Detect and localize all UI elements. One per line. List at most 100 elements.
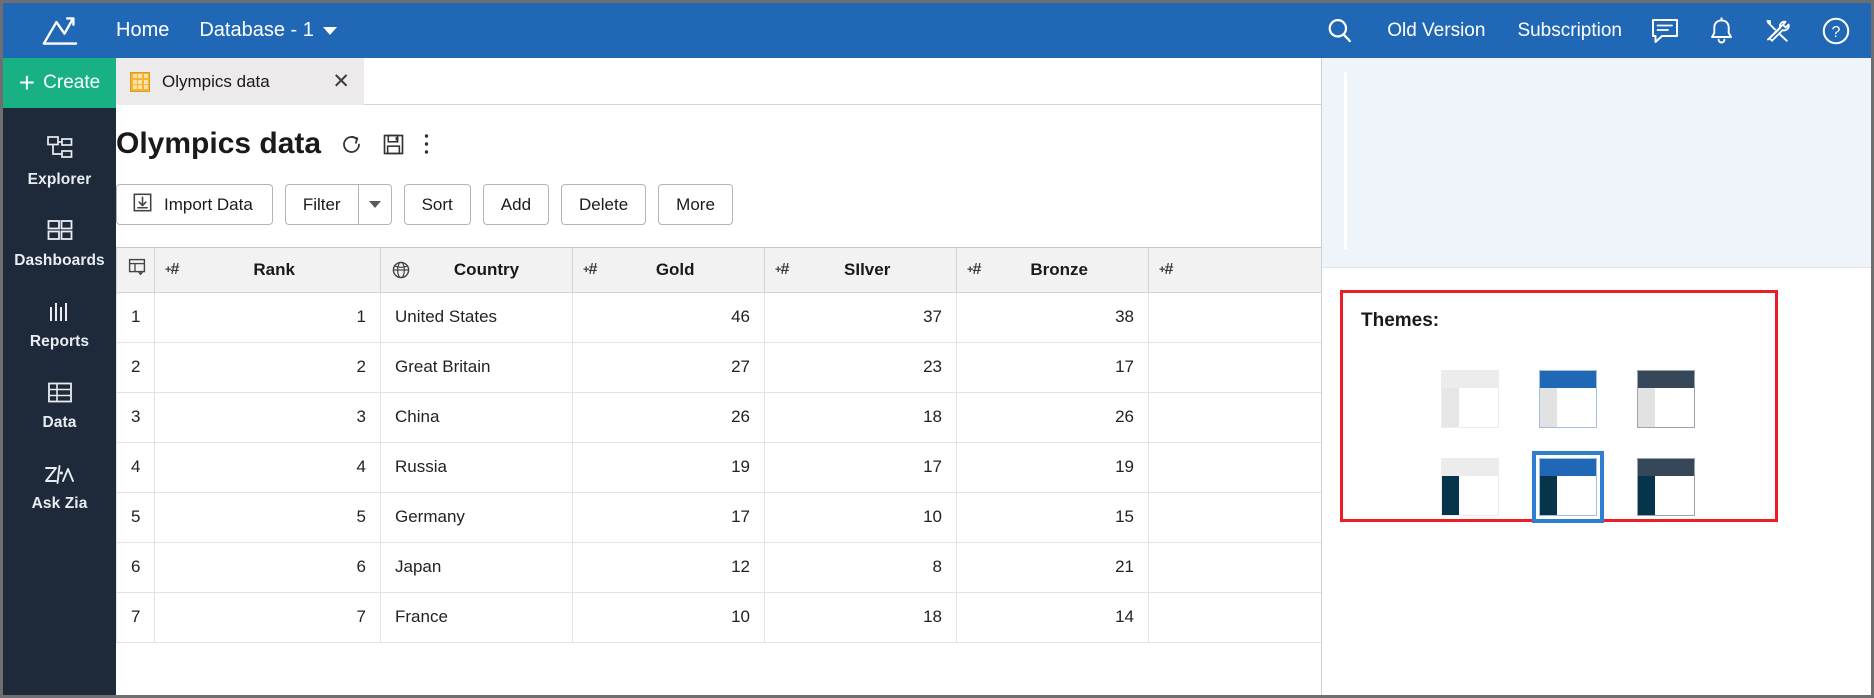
add-button[interactable]: Add	[482, 184, 550, 225]
cell-partial[interactable]	[1148, 541, 1321, 593]
nav-subscription[interactable]: Subscription	[1517, 20, 1622, 42]
cell-partial[interactable]	[1148, 441, 1321, 493]
cell-gold[interactable]: 19	[572, 441, 765, 493]
tab-olympics-data[interactable]: Olympics data ✕	[116, 58, 364, 105]
cell-gold[interactable]: 10	[572, 591, 765, 643]
cell-bronze[interactable]: 26	[956, 391, 1149, 443]
import-data-button[interactable]: Import Data	[116, 184, 273, 225]
cell-rank[interactable]: 4	[154, 441, 381, 493]
table-row[interactable]: 5 5 Germany 17 10 15	[116, 491, 1321, 543]
nav-database-selector[interactable]: Database - 1	[199, 19, 337, 42]
column-header-rank[interactable]: + # Rank	[154, 248, 381, 293]
cell-country[interactable]: Japan	[380, 541, 573, 593]
table-row[interactable]: 1 1 United States 46 37 38	[116, 291, 1321, 343]
cell-silver[interactable]: 18	[764, 591, 957, 643]
theme-sidebar-bar	[1442, 388, 1459, 427]
tab-label: Olympics data	[162, 71, 270, 91]
cell-country[interactable]: Germany	[380, 491, 573, 543]
theme-option-blue-light[interactable]	[1538, 369, 1598, 429]
chat-icon[interactable]	[1650, 17, 1680, 45]
dashboards-icon	[45, 213, 75, 245]
sidebar-item-ask-zia[interactable]: Ask Zia	[3, 456, 116, 513]
cell-country[interactable]: Russia	[380, 441, 573, 493]
cell-gold[interactable]: 26	[572, 391, 765, 443]
save-icon[interactable]	[382, 133, 405, 156]
cell-silver[interactable]: 18	[764, 391, 957, 443]
theme-option-dark-slate-navy[interactable]	[1636, 457, 1696, 517]
nav-home[interactable]: Home	[116, 19, 169, 42]
table-row[interactable]: 7 7 France 10 18 14	[116, 591, 1321, 643]
cell-partial[interactable]	[1148, 591, 1321, 643]
cell-bronze[interactable]: 15	[956, 491, 1149, 543]
column-header-silver[interactable]: + # SIlver	[764, 248, 957, 293]
cell-partial[interactable]	[1148, 491, 1321, 543]
chevron-down-icon	[368, 201, 381, 208]
sort-button[interactable]: Sort	[403, 184, 471, 225]
refresh-icon[interactable]	[339, 132, 364, 157]
search-icon[interactable]	[1325, 16, 1355, 46]
cell-gold[interactable]: 27	[572, 341, 765, 393]
cell-silver[interactable]: 37	[764, 291, 957, 343]
delete-button[interactable]: Delete	[561, 184, 647, 225]
tools-icon[interactable]	[1763, 17, 1793, 45]
nav-old-version[interactable]: Old Version	[1387, 20, 1485, 42]
cell-bronze[interactable]: 19	[956, 441, 1149, 493]
filter-dropdown-button[interactable]	[357, 184, 392, 225]
sidebar-item-label: Reports	[29, 333, 90, 350]
column-settings-header[interactable]	[116, 248, 155, 293]
create-button[interactable]: + Create	[3, 58, 116, 108]
sidebar-item-reports[interactable]: Reports	[3, 294, 116, 351]
zoho-analytics-logo-icon	[42, 16, 77, 45]
cell-partial[interactable]	[1148, 291, 1321, 343]
cell-country[interactable]: France	[380, 591, 573, 643]
cell-partial[interactable]	[1148, 391, 1321, 443]
theme-option-dark-slate-light[interactable]	[1636, 369, 1696, 429]
cell-rank[interactable]: 1	[154, 291, 381, 343]
column-header-partial[interactable]: + #	[1148, 248, 1321, 293]
column-header-gold[interactable]: + # Gold	[572, 248, 765, 293]
theme-option-blue-navy-selected[interactable]	[1532, 451, 1604, 523]
sidebar-item-data[interactable]: Data	[3, 375, 116, 432]
cell-rank[interactable]: 6	[154, 541, 381, 593]
theme-option-light-navy[interactable]	[1440, 457, 1500, 517]
help-icon[interactable]: ?	[1821, 16, 1851, 46]
filter-button[interactable]: Filter	[284, 184, 358, 225]
row-index: 6	[116, 541, 155, 593]
table-row[interactable]: 6 6 Japan 12 8 21	[116, 541, 1321, 593]
sidebar-item-explorer[interactable]: Explorer	[3, 132, 116, 189]
close-icon[interactable]: ✕	[332, 71, 350, 92]
sidebar-item-dashboards[interactable]: Dashboards	[3, 213, 116, 270]
cell-gold[interactable]: 46	[572, 291, 765, 343]
cell-bronze[interactable]: 17	[956, 341, 1149, 393]
cell-silver[interactable]: 23	[764, 341, 957, 393]
cell-rank[interactable]: 5	[154, 491, 381, 543]
bell-icon[interactable]	[1708, 16, 1735, 45]
app-logo[interactable]	[3, 14, 116, 48]
table-row[interactable]: 3 3 China 26 18 26	[116, 391, 1321, 443]
column-header-country[interactable]: Country	[380, 248, 573, 293]
cell-bronze[interactable]: 38	[956, 291, 1149, 343]
table-row[interactable]: 2 2 Great Britain 27 23 17	[116, 341, 1321, 393]
more-vertical-icon[interactable]	[423, 132, 430, 156]
cell-bronze[interactable]: 14	[956, 591, 1149, 643]
cell-rank[interactable]: 2	[154, 341, 381, 393]
theme-option-light-plain[interactable]	[1440, 369, 1500, 429]
cell-country[interactable]: China	[380, 391, 573, 443]
more-button[interactable]: More	[658, 184, 733, 225]
data-icon	[45, 375, 75, 407]
cell-bronze[interactable]: 21	[956, 541, 1149, 593]
cell-rank[interactable]: 7	[154, 591, 381, 643]
cell-silver[interactable]: 17	[764, 441, 957, 493]
cell-country[interactable]: United States	[380, 291, 573, 343]
table-row[interactable]: 4 4 Russia 19 17 19	[116, 441, 1321, 493]
number-type-icon: + #	[165, 260, 179, 278]
cell-silver[interactable]: 10	[764, 491, 957, 543]
cell-gold[interactable]: 17	[572, 491, 765, 543]
cell-gold[interactable]: 12	[572, 541, 765, 593]
cell-rank[interactable]: 3	[154, 391, 381, 443]
cell-country[interactable]: Great Britain	[380, 341, 573, 393]
cell-partial[interactable]	[1148, 341, 1321, 393]
column-header-bronze[interactable]: + # Bronze	[956, 248, 1149, 293]
workspace-header: Olympics data	[116, 105, 1321, 161]
cell-silver[interactable]: 8	[764, 541, 957, 593]
